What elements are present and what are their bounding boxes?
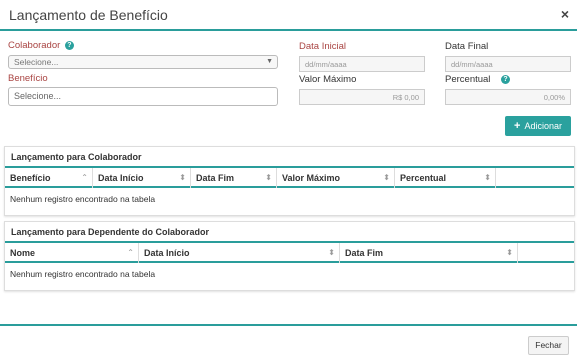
column-label: Benefício xyxy=(10,173,51,183)
panel-title: Lançamento para Dependente do Colaborado… xyxy=(5,222,574,243)
valor-maximo-label: Valor Máximo xyxy=(299,74,357,85)
column-label: Percentual xyxy=(400,173,447,183)
sort-icon: ⬍ xyxy=(328,248,335,257)
percentual-label: Percentual ? xyxy=(445,74,511,85)
empty-row: Nenhum registro encontrado na tabela xyxy=(10,269,156,279)
help-icon[interactable]: ? xyxy=(64,41,74,50)
sort-asc-icon: ⌃ xyxy=(127,248,134,257)
plus-icon: + xyxy=(514,120,521,132)
percentual-label-text: Percentual xyxy=(445,74,491,85)
column-header-valor-maximo[interactable]: Valor Máximo ⬍ xyxy=(277,168,395,188)
column-header-data-inicio[interactable]: Data Início ⬍ xyxy=(93,168,191,188)
dependente-table-panel: Lançamento para Dependente do Colaborado… xyxy=(4,221,575,291)
close-icon[interactable]: × xyxy=(561,6,569,22)
column-header-nome[interactable]: Nome ⌃ xyxy=(5,243,139,263)
sort-icon: ⬍ xyxy=(484,173,491,182)
modal-title: Lançamento de Benefício xyxy=(9,7,168,23)
column-label: Data Início xyxy=(98,173,144,183)
add-button[interactable]: + Adicionar xyxy=(505,116,571,136)
sort-icon: ⬍ xyxy=(383,173,390,182)
colaborador-select-value: Selecione... xyxy=(14,57,59,67)
data-inicial-input[interactable]: dd/mm/aaaa xyxy=(299,56,425,72)
help-icon[interactable]: ? xyxy=(501,75,511,84)
column-label: Data Fim xyxy=(345,248,384,258)
colaborador-label: Colaborador ? xyxy=(8,40,74,51)
column-header-data-inicio[interactable]: Data Início ⬍ xyxy=(139,243,340,263)
beneficio-select-value: Selecione... xyxy=(14,91,62,101)
beneficio-select[interactable]: Selecione... xyxy=(8,87,278,106)
column-label: Valor Máximo xyxy=(282,173,341,183)
colaborador-table-panel: Lançamento para Colaborador Benefício ⌃ … xyxy=(4,146,575,216)
table-header: Nome ⌃ Data Início ⬍ Data Fim ⬍ xyxy=(5,243,574,263)
column-label: Data Fim xyxy=(196,173,235,183)
data-final-input[interactable]: dd/mm/aaaa xyxy=(445,56,571,72)
sort-icon: ⬍ xyxy=(506,248,513,257)
column-header-data-fim[interactable]: Data Fim ⬍ xyxy=(191,168,277,188)
colaborador-label-text: Colaborador xyxy=(8,40,61,51)
sort-icon: ⬍ xyxy=(179,173,186,182)
percentual-input[interactable]: 0,00% xyxy=(445,89,571,105)
valor-maximo-input[interactable]: R$ 0,00 xyxy=(299,89,425,105)
add-button-label: Adicionar xyxy=(524,121,562,131)
footer-divider xyxy=(0,324,577,326)
column-label: Nome xyxy=(10,248,36,258)
close-button[interactable]: Fechar xyxy=(528,336,569,355)
data-final-label: Data Final xyxy=(445,41,489,52)
sort-asc-icon: ⌃ xyxy=(81,173,88,182)
data-inicial-label: Data Inicial xyxy=(299,41,346,52)
panel-title: Lançamento para Colaborador xyxy=(5,147,574,168)
table-header: Benefício ⌃ Data Início ⬍ Data Fim ⬍ Val… xyxy=(5,168,574,188)
column-header-percentual[interactable]: Percentual ⬍ xyxy=(395,168,496,188)
column-header-beneficio[interactable]: Benefício ⌃ xyxy=(5,168,93,188)
chevron-down-icon: ▼ xyxy=(266,58,273,65)
beneficio-label: Benefício xyxy=(8,73,48,84)
colaborador-select[interactable]: Selecione... ▼ xyxy=(8,55,278,69)
modal-header: Lançamento de Benefício × xyxy=(0,0,577,31)
empty-row: Nenhum registro encontrado na tabela xyxy=(10,194,156,204)
column-label: Data Início xyxy=(144,248,190,258)
column-header-data-fim[interactable]: Data Fim ⬍ xyxy=(340,243,518,263)
sort-icon: ⬍ xyxy=(265,173,272,182)
